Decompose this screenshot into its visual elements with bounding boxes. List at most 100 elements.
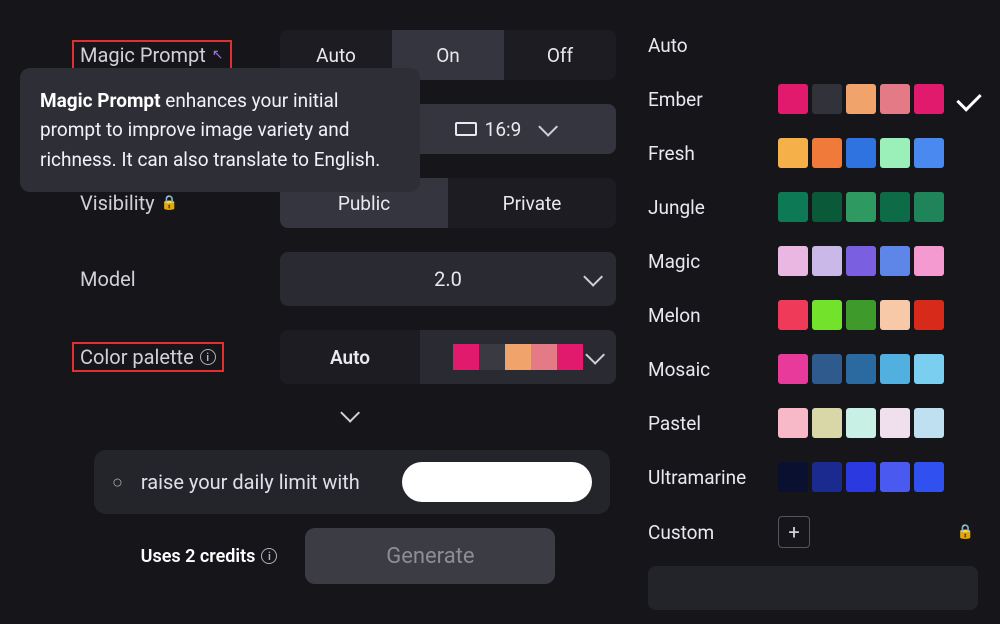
swatch — [812, 84, 842, 114]
swatch — [557, 344, 583, 370]
swatch — [812, 354, 842, 384]
swatch — [812, 408, 842, 438]
aspect-ratio-16-9[interactable]: 16:9 — [392, 104, 616, 154]
palette-name: Pastel — [648, 412, 778, 435]
swatch — [531, 344, 557, 370]
magic-prompt-off[interactable]: Off — [504, 30, 616, 80]
swatch — [846, 300, 876, 330]
swatch — [846, 408, 876, 438]
swatch — [453, 344, 479, 370]
palette-option-pastel[interactable]: Pastel — [648, 398, 1000, 448]
chevron-down-icon — [583, 267, 603, 287]
swatch — [812, 192, 842, 222]
palette-option-magic[interactable]: Magic — [648, 236, 1000, 286]
palette-name: Jungle — [648, 196, 778, 219]
swatch — [812, 246, 842, 276]
palette-swatches — [778, 462, 944, 492]
promo-cta[interactable] — [402, 462, 592, 502]
palette-name: Fresh — [648, 142, 778, 165]
check-icon — [956, 86, 981, 111]
palette-name: Ultramarine — [648, 466, 778, 489]
swatch — [778, 246, 808, 276]
magic-prompt-label: Magic Prompt — [80, 43, 206, 67]
visibility-label: Visibility — [80, 191, 155, 215]
swatch — [846, 246, 876, 276]
chevron-down-icon — [585, 345, 605, 365]
cursor-icon: ↖ — [212, 47, 224, 63]
generate-button[interactable]: Generate — [305, 528, 555, 584]
swatch — [914, 138, 944, 168]
swatch — [778, 192, 808, 222]
swatch — [880, 138, 910, 168]
model-row: Model 2.0 — [80, 252, 616, 306]
palette-picker-panel: Auto Ember Fresh Jungle Magic Melon Mosaic Past… — [630, 0, 1000, 624]
swatch — [778, 300, 808, 330]
swatch — [778, 462, 808, 492]
promo-icon: ○ — [112, 472, 123, 493]
palette-name: Auto — [648, 34, 778, 57]
swatch — [914, 192, 944, 222]
palette-option-ember[interactable]: Ember — [648, 74, 1000, 124]
swatch — [914, 408, 944, 438]
expand-toggle[interactable] — [80, 408, 616, 422]
palette-name: Mosaic — [648, 358, 778, 381]
color-palette-segment: Auto — [280, 330, 616, 384]
swatch — [778, 84, 808, 114]
swatch — [812, 300, 842, 330]
palette-swatches — [778, 246, 944, 276]
swatch — [880, 354, 910, 384]
custom-color-input[interactable] — [648, 566, 978, 610]
credits-text: Uses 2 credits — [141, 546, 256, 567]
swatch — [479, 344, 505, 370]
palette-list: Auto Ember Fresh Jungle Magic Melon Mosaic Past… — [648, 20, 1000, 502]
tooltip-lead: Magic Prompt — [40, 89, 161, 112]
palette-option-melon[interactable]: Melon — [648, 290, 1000, 340]
color-palette-label-wrap: Color palette i — [80, 342, 280, 372]
color-palette-swatch-dropdown[interactable] — [420, 330, 616, 384]
swatch — [880, 84, 910, 114]
palette-name: Magic — [648, 250, 778, 273]
info-icon[interactable]: i — [261, 548, 277, 564]
palette-swatches — [778, 138, 944, 168]
palette-option-jungle[interactable]: Jungle — [648, 182, 1000, 232]
credits-label: Uses 2 credits i — [141, 546, 278, 567]
settings-panel: Magic Prompt ↖ Auto On Off 16:9 — [0, 0, 630, 624]
swatch — [846, 138, 876, 168]
chevron-down-icon — [340, 403, 360, 423]
palette-custom-row: Custom + 🔒 — [648, 516, 1000, 548]
palette-option-fresh[interactable]: Fresh — [648, 128, 1000, 178]
swatch — [778, 354, 808, 384]
promo-text: raise your daily limit with — [141, 470, 384, 494]
palette-option-auto[interactable]: Auto — [648, 20, 1000, 70]
visibility-label-wrap: Visibility 🔒 — [80, 191, 280, 215]
aspect-ratio-icon — [455, 122, 477, 136]
swatch — [846, 192, 876, 222]
visibility-private[interactable]: Private — [448, 178, 616, 228]
color-palette-auto[interactable]: Auto — [280, 330, 420, 384]
info-icon[interactable]: i — [200, 349, 216, 365]
footer: Uses 2 credits i Generate — [80, 528, 616, 584]
swatch — [914, 300, 944, 330]
swatch — [812, 462, 842, 492]
swatch — [914, 354, 944, 384]
model-dropdown[interactable]: 2.0 — [280, 252, 616, 306]
magic-prompt-highlight: Magic Prompt ↖ — [72, 40, 232, 70]
palette-swatches — [778, 300, 944, 330]
model-value: 2.0 — [434, 267, 462, 291]
color-palette-row: Color palette i Auto — [80, 330, 616, 384]
swatch — [880, 408, 910, 438]
color-palette-swatches — [453, 344, 583, 370]
add-custom-color-button[interactable]: + — [778, 516, 810, 548]
lock-icon: 🔒 — [957, 524, 974, 540]
swatch — [914, 84, 944, 114]
swatch — [812, 138, 842, 168]
magic-prompt-tooltip: Magic Prompt enhances your initial promp… — [20, 68, 420, 192]
swatch — [914, 246, 944, 276]
swatch — [880, 462, 910, 492]
swatch — [778, 138, 808, 168]
palette-option-ultramarine[interactable]: Ultramarine — [648, 452, 1000, 502]
aspect-ratio-value: 16:9 — [485, 118, 522, 141]
palette-custom-label: Custom — [648, 521, 778, 544]
palette-option-mosaic[interactable]: Mosaic — [648, 344, 1000, 394]
lock-icon: 🔒 — [161, 195, 178, 211]
